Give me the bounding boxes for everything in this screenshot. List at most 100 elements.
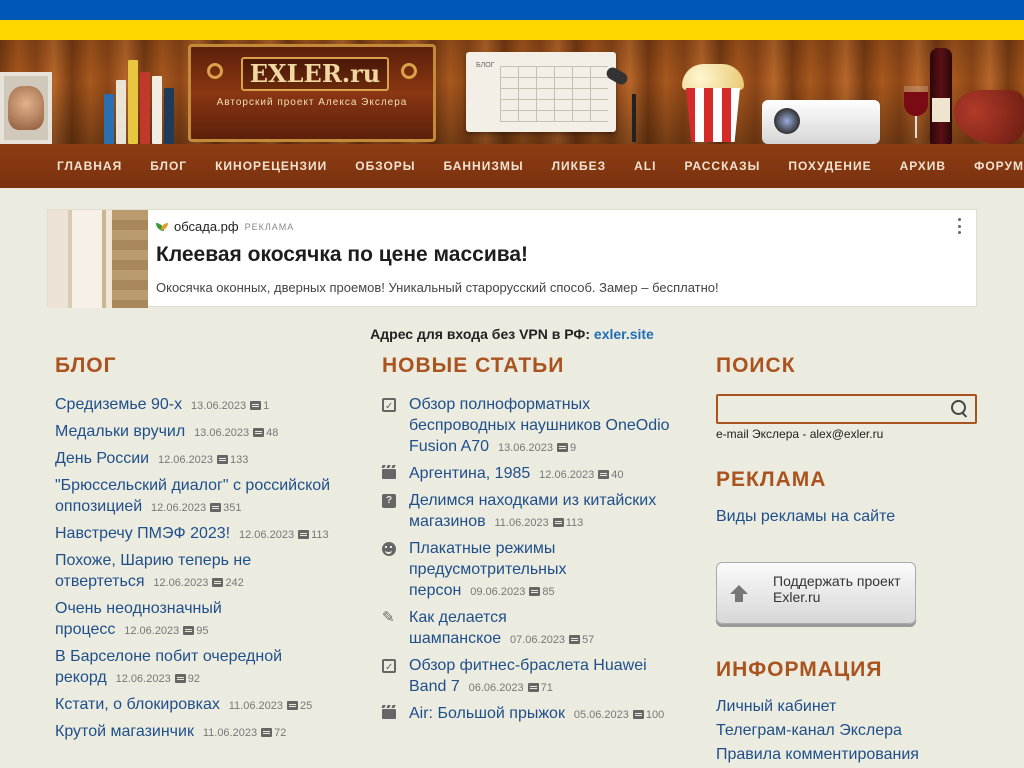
comments-count[interactable]: 351 [223,502,241,514]
comments-count[interactable]: 113 [566,517,584,529]
books-illustration [104,60,174,144]
more-options-icon[interactable] [958,218,962,234]
ad-image [48,210,148,308]
nav-reviews[interactable]: Обзоры [355,159,415,173]
nav-forum[interactable]: Форум [974,159,1024,173]
site-logo[interactable]: EXLER.ru Авторский проект Алекса Экслера [188,44,436,142]
post-meta: 13.06.2023 1 [191,400,269,412]
movie-icon [382,709,396,719]
comments-icon [527,683,539,692]
comments-count[interactable]: 48 [266,427,278,439]
info-section-title: Информация [716,658,883,681]
search-input[interactable] [716,394,977,424]
comments-icon [598,470,610,479]
calendar-label: БЛОГ [476,62,495,69]
blog-list: Средиземье 90-х 13.06.2023 1 Медальки вруч… [55,394,345,748]
post-date: 11.06.2023 [228,700,283,712]
author-photo [0,72,52,144]
support-project-button[interactable]: Поддержать проект Exler.ru [716,562,916,624]
blog-item-link[interactable]: Кстати, о блокировках [55,696,220,713]
comments-count[interactable]: 85 [542,586,554,598]
nav-archive[interactable]: Архив [900,159,947,173]
post-date: 11.06.2023 [202,727,258,739]
blog-item-link[interactable]: Средиземье 90-х [55,396,182,413]
info-link-telegram[interactable]: Телеграм-канал Экслера [716,722,902,740]
blog-item-link[interactable]: День России [55,450,149,467]
comments-count[interactable]: 57 [582,634,594,646]
post-meta: 12.06.2023 92 [116,673,200,685]
articles-list: Обзор полноформатных беспроводных наушни… [382,394,682,730]
post-meta: 12.06.2023 242 [153,577,243,589]
comments-icon [552,518,564,527]
comments-count[interactable]: 242 [225,577,243,589]
post-date: 12.06.2023 [115,673,171,685]
question-icon: ? [382,494,396,508]
comments-count[interactable]: 40 [611,469,623,481]
smile-icon [382,542,396,556]
comments-count[interactable]: 72 [274,727,286,739]
articles-section-title: Новые статьи [382,354,565,377]
logo-title: EXLER.ru [241,57,389,91]
ad-tag: РЕКЛАМА [244,221,295,232]
comments-count[interactable]: 100 [646,709,664,721]
nav-bannizmy[interactable]: Баннизмы [444,159,524,173]
article-item-link[interactable]: Air: Большой прыжок [409,705,565,722]
blog-item-link[interactable]: Навстречу ПМЭФ 2023! [55,525,230,542]
blog-item: Медальки вручил 13.06.2023 48 [55,421,345,444]
wine-glass-illustration [904,86,928,144]
post-date: 13.06.2023 [497,442,554,454]
post-date: 07.06.2023 [510,634,566,646]
comments-icon [298,530,310,539]
article-item-link[interactable]: Как делается шампанское [409,609,507,647]
support-label: Поддержать проект Exler.ru [773,573,901,605]
article-item: Обзор полноформатных беспроводных наушни… [382,394,682,459]
comments-count[interactable]: 92 [188,673,200,685]
blog-item-link[interactable]: Медальки вручил [55,423,185,440]
post-date: 06.06.2023 [468,682,524,694]
nav-home[interactable]: Главная [57,159,122,173]
comments-icon [212,578,224,587]
ads-section-title: Реклама [716,468,827,491]
blog-item: Кстати, о блокировках 11.06.2023 25 [55,694,345,717]
info-link-rules[interactable]: Правила комментирования [716,746,919,764]
nav-weight-loss[interactable]: Похудение [788,159,871,173]
ad-domain: обсада.рф [174,219,239,234]
info-link-cabinet[interactable]: Личный кабинет [716,698,836,716]
comments-icon [250,401,262,410]
search-icon[interactable] [951,400,967,416]
nav-movie-reviews[interactable]: Кинорецензии [215,159,327,173]
comments-count[interactable]: 71 [541,682,553,694]
post-date: 12.06.2023 [124,625,180,637]
nav-ali[interactable]: ALI [634,159,656,173]
post-date: 13.06.2023 [191,400,247,412]
author-email: e-mail Экслера - alex@exler.ru [716,427,884,441]
ad-banner[interactable]: обсада.рф РЕКЛАМА Клеевая окосячка по це… [47,209,977,308]
ad-types-link[interactable]: Виды рекламы на сайте [716,508,895,526]
comments-icon [632,710,644,719]
comments-count[interactable]: 113 [311,529,329,541]
nav-likbez[interactable]: Ликбез [552,159,607,173]
comments-icon [557,443,569,452]
post-meta: 11.06.2023 25 [229,700,313,712]
comments-count[interactable]: 133 [230,454,248,466]
post-date: 12.06.2023 [151,502,207,514]
article-item-link[interactable]: Аргентина, 1985 [409,465,530,482]
post-date: 12.06.2023 [153,577,209,589]
ad-title: Клеевая окосячка по цене массива! [156,243,529,266]
nav-blog[interactable]: Блог [150,159,187,173]
nav-stories[interactable]: Рассказы [684,159,760,173]
comments-icon [529,587,541,596]
blog-item: Средиземье 90-х 13.06.2023 1 [55,394,345,417]
comments-count[interactable]: 9 [570,442,576,454]
blog-item-link[interactable]: Крутой магазинчик [55,723,194,740]
comments-icon [253,428,265,437]
blog-item: Навстречу ПМЭФ 2023! 12.06.2023 113 [55,523,345,546]
comments-icon [569,635,581,644]
vpn-mirror-link[interactable]: exler.site [594,326,654,342]
blog-section-title: Блог [55,354,117,377]
comments-count[interactable]: 1 [263,400,269,412]
comments-count[interactable]: 95 [196,625,208,637]
post-meta: 12.06.2023 95 [124,625,208,637]
calendar-illustration: БЛОГ [466,52,616,132]
comments-count[interactable]: 25 [300,700,312,712]
